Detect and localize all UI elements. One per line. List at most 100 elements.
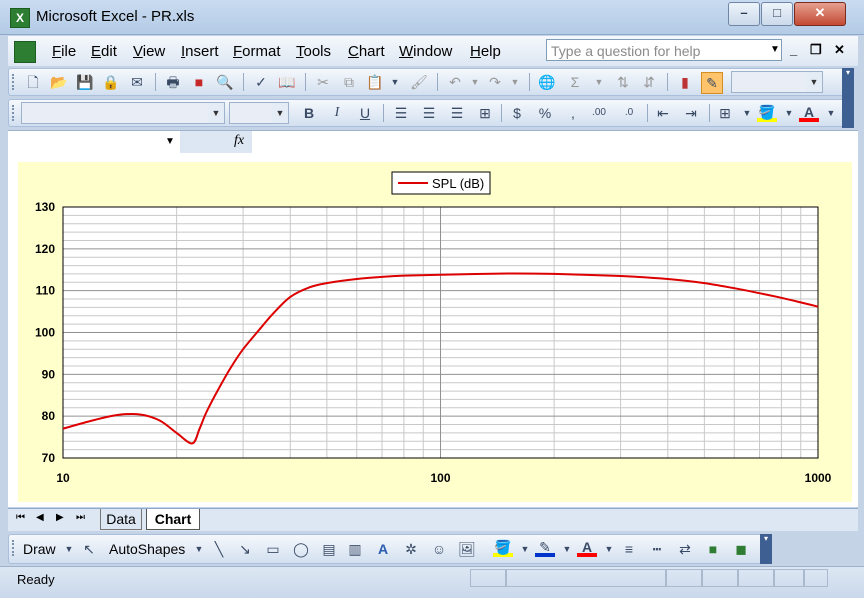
- workbook-minimize-button[interactable]: _: [790, 42, 797, 57]
- dash-style-icon[interactable]: ┅: [647, 539, 667, 559]
- maximize-button[interactable]: □: [761, 2, 793, 26]
- fill-color-icon[interactable]: 🪣: [493, 537, 513, 557]
- chart-wizard-icon[interactable]: ▮: [675, 72, 695, 92]
- chevron-down-icon[interactable]: ▼: [465, 72, 485, 92]
- font-color-icon[interactable]: A: [799, 102, 819, 122]
- chevron-down-icon[interactable]: ▼: [589, 72, 609, 92]
- pdf-icon[interactable]: ■: [189, 72, 209, 92]
- open-icon[interactable]: 📂: [49, 72, 69, 92]
- research-icon[interactable]: 📖: [277, 72, 297, 92]
- increase-decimal-icon[interactable]: .00: [589, 103, 609, 123]
- vertical-text-box-icon[interactable]: ▥: [345, 539, 365, 559]
- chevron-down-icon[interactable]: ▼: [599, 539, 619, 559]
- currency-icon[interactable]: $: [507, 103, 527, 123]
- line-color-icon[interactable]: ✎: [535, 537, 555, 557]
- tab-chart[interactable]: Chart: [146, 509, 200, 530]
- sort-descending-icon[interactable]: ⇵: [639, 72, 659, 92]
- prev-sheet-icon[interactable]: ◀: [36, 512, 44, 523]
- chevron-down-icon[interactable]: ▼: [160, 131, 180, 153]
- line-icon[interactable]: ╲: [209, 539, 229, 559]
- undo-icon[interactable]: ↶: [445, 72, 465, 92]
- increase-indent-icon[interactable]: ⇥: [681, 103, 701, 123]
- toolbar-options-icon[interactable]: ▾: [842, 68, 854, 128]
- function-icon[interactable]: fx: [234, 133, 244, 149]
- save-icon[interactable]: 💾: [75, 72, 95, 92]
- menu-edit[interactable]: Edit: [91, 43, 117, 60]
- first-sheet-icon[interactable]: ⏮: [16, 512, 25, 523]
- comma-style-icon[interactable]: ,: [563, 103, 583, 123]
- chevron-down-icon[interactable]: ▼: [59, 539, 79, 559]
- underline-icon[interactable]: U: [355, 103, 375, 123]
- italic-icon[interactable]: I: [327, 103, 347, 123]
- zoom-combo[interactable]: ▼: [731, 71, 823, 93]
- drawing-icon[interactable]: ✎: [701, 72, 723, 94]
- next-sheet-icon[interactable]: ▶: [56, 512, 64, 523]
- menu-help[interactable]: Help: [470, 43, 501, 60]
- percent-icon[interactable]: %: [535, 103, 555, 123]
- align-right-icon[interactable]: ☰: [447, 103, 467, 123]
- hyperlink-icon[interactable]: 🌐: [537, 72, 557, 92]
- chevron-down-icon[interactable]: ▼: [557, 539, 577, 559]
- spelling-icon[interactable]: ✓: [251, 72, 271, 92]
- copy-icon[interactable]: ⧉: [339, 72, 359, 92]
- text-box-icon[interactable]: ▤: [319, 539, 339, 559]
- chevron-down-icon[interactable]: ▼: [806, 72, 822, 92]
- workbook-restore-button[interactable]: ❐: [810, 42, 822, 58]
- format-painter-icon[interactable]: 🖌: [409, 72, 429, 92]
- oval-icon[interactable]: ◯: [291, 539, 311, 559]
- 3d-style-icon[interactable]: ◼: [731, 539, 751, 559]
- chart-area[interactable]: 70 80 90 100 110 120 130 10 100 1000 SPL (dB): [18, 162, 852, 502]
- shadow-style-icon[interactable]: ■: [703, 539, 723, 559]
- chevron-down-icon[interactable]: ▼: [385, 72, 405, 92]
- menu-format[interactable]: Format: [233, 43, 281, 60]
- menu-insert[interactable]: Insert: [181, 43, 219, 60]
- legend[interactable]: SPL (dB): [391, 171, 491, 195]
- chevron-down-icon[interactable]: ▼: [515, 539, 535, 559]
- clip-art-icon[interactable]: ☺: [429, 539, 449, 559]
- chevron-down-icon[interactable]: ▼: [779, 103, 799, 123]
- permission-icon[interactable]: 🔒: [101, 72, 121, 92]
- font-combo[interactable]: ▼: [21, 102, 225, 124]
- email-icon[interactable]: ✉: [127, 72, 147, 92]
- toolbar-grip[interactable]: [12, 540, 17, 556]
- borders-icon[interactable]: ⊞: [715, 103, 735, 123]
- font-color-icon[interactable]: A: [577, 537, 597, 557]
- menu-file[interactable]: File: [52, 43, 76, 60]
- line-style-icon[interactable]: ≡: [619, 539, 639, 559]
- paste-icon[interactable]: 📋: [365, 72, 385, 92]
- chevron-down-icon[interactable]: ▼: [272, 103, 288, 123]
- minimize-button[interactable]: –: [728, 2, 760, 26]
- bold-icon[interactable]: B: [299, 103, 319, 123]
- redo-icon[interactable]: ↷: [485, 72, 505, 92]
- print-preview-icon[interactable]: 🔍: [215, 72, 235, 92]
- excel-icon[interactable]: X: [10, 8, 30, 28]
- chevron-down-icon[interactable]: ▼: [737, 103, 757, 123]
- autosum-icon[interactable]: Σ: [565, 72, 585, 92]
- name-box[interactable]: [10, 131, 180, 153]
- workbook-close-button[interactable]: ✕: [834, 42, 845, 58]
- rectangle-icon[interactable]: ▭: [263, 539, 283, 559]
- new-icon[interactable]: 🗋: [23, 72, 43, 92]
- select-objects-icon[interactable]: ↖: [79, 539, 99, 559]
- menu-tools[interactable]: Tools: [296, 43, 331, 60]
- menu-chart[interactable]: Chart: [348, 43, 385, 60]
- decrease-decimal-icon[interactable]: .0: [619, 103, 639, 123]
- wordart-icon[interactable]: A: [373, 539, 393, 559]
- menu-view[interactable]: View: [133, 43, 165, 60]
- cut-icon[interactable]: ✂: [313, 72, 333, 92]
- decrease-indent-icon[interactable]: ⇤: [653, 103, 673, 123]
- sort-ascending-icon[interactable]: ⇅: [613, 72, 633, 92]
- arrow-icon[interactable]: ↘: [235, 539, 255, 559]
- toolbar-grip[interactable]: [12, 74, 17, 90]
- chevron-down-icon[interactable]: ▼: [505, 72, 525, 92]
- arrow-style-icon[interactable]: ⇄: [675, 539, 695, 559]
- spl-chart[interactable]: 70 80 90 100 110 120 130 10 100 1000 SPL (dB): [18, 162, 852, 502]
- chevron-down-icon[interactable]: ▼: [208, 103, 224, 123]
- chevron-down-icon[interactable]: ▼: [768, 42, 782, 58]
- merge-center-icon[interactable]: ⊞: [475, 103, 495, 123]
- help-search-input[interactable]: Type a question for help: [546, 39, 782, 61]
- autoshapes-menu-button[interactable]: AutoShapes: [109, 541, 185, 557]
- last-sheet-icon[interactable]: ⏭: [76, 512, 85, 523]
- tab-data[interactable]: Data: [100, 509, 142, 530]
- menu-window[interactable]: Window: [399, 43, 452, 60]
